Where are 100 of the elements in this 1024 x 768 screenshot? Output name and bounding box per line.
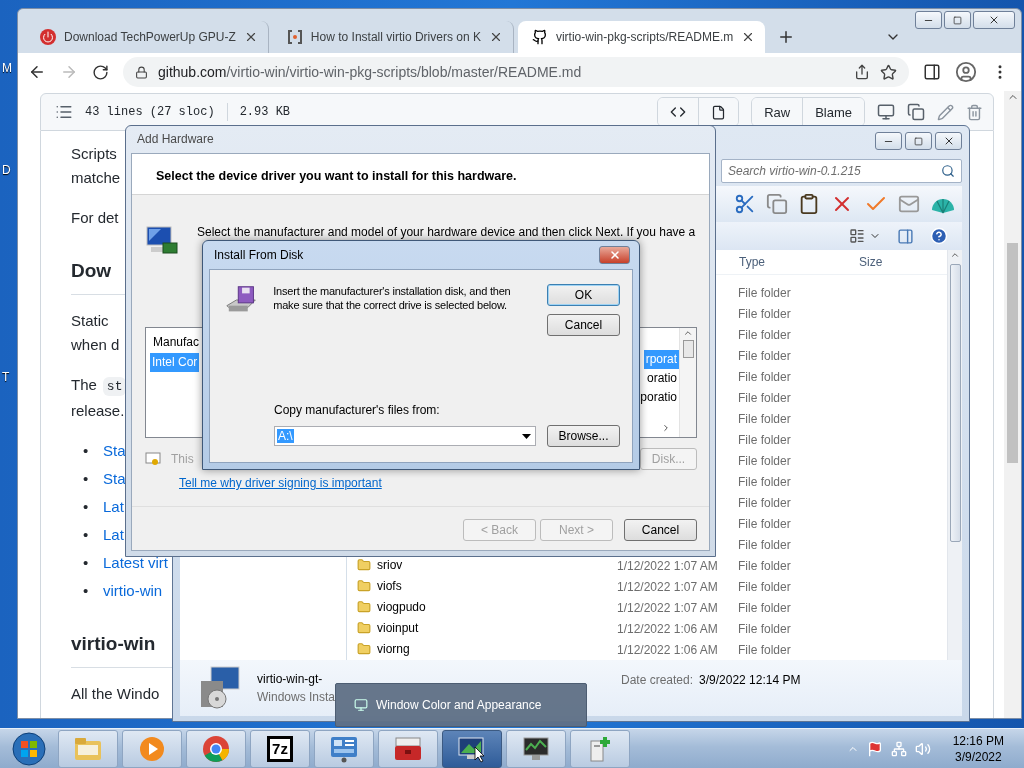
- minimize-button[interactable]: [915, 11, 942, 29]
- model-item[interactable]: poratio: [638, 388, 679, 407]
- model-item[interactable]: oratio: [644, 369, 679, 388]
- flag-icon[interactable]: [866, 740, 883, 757]
- bookmark-icon[interactable]: [880, 63, 897, 81]
- file-type: File folder: [738, 642, 791, 657]
- close-icon: [608, 249, 621, 261]
- column-header[interactable]: Size: [858, 255, 947, 269]
- close-button[interactable]: [935, 132, 962, 150]
- maximize-icon: [914, 136, 923, 146]
- file-name[interactable]: viogpudo: [377, 599, 426, 614]
- help-icon[interactable]: [930, 227, 948, 245]
- maximize-button[interactable]: [905, 132, 932, 150]
- copy-icon[interactable]: [766, 193, 788, 215]
- column-header[interactable]: Type: [738, 255, 858, 269]
- minimize-button[interactable]: [875, 132, 902, 150]
- back-icon[interactable]: [28, 63, 46, 81]
- desktop-icon-label[interactable]: D: [2, 163, 11, 177]
- download-link[interactable]: Lat: [103, 526, 124, 543]
- file-type: File folder: [738, 579, 791, 594]
- browser-tab[interactable]: virtio-win-pkg-scripts/README.m: [517, 21, 766, 53]
- view-icon[interactable]: [849, 228, 865, 244]
- scrollbar[interactable]: [947, 250, 962, 660]
- paragraph-text: For det: [71, 208, 119, 228]
- tab-title: Download TechPowerUp GPU-Z: [64, 30, 236, 44]
- file-type: File folder: [738, 390, 791, 405]
- maximize-button[interactable]: [944, 11, 971, 29]
- close-icon: [988, 14, 1000, 26]
- code-icon: [670, 104, 687, 120]
- certificate-icon: [145, 451, 161, 467]
- cancel-button[interactable]: Cancel: [547, 314, 620, 336]
- taskbar-button[interactable]: [378, 729, 438, 768]
- help-link[interactable]: Tell me why driver signing is important: [179, 476, 382, 490]
- bullet: •: [83, 553, 90, 573]
- url-text: github.com/virtio-win/virtio-win-pkg-scripts/blob/master/README.md: [158, 64, 582, 80]
- display-icon: [354, 698, 368, 712]
- download-link[interactable]: virtio-win: [103, 582, 163, 599]
- scrollbar[interactable]: [679, 328, 696, 437]
- archive-icon: 7z: [267, 735, 293, 762]
- file-type: File folder: [738, 537, 791, 552]
- taskbar-button[interactable]: 7z: [250, 729, 310, 768]
- address-bar[interactable]: github.com/virtio-win/virtio-win-pkg-scripts/blob/master/README.md: [123, 57, 909, 87]
- file-date: 1/12/2022 1:07 AM: [617, 579, 718, 594]
- file-size: 2.93 KB: [239, 105, 291, 119]
- download-link[interactable]: Lat: [103, 498, 124, 515]
- paragraph-text: when d: [71, 335, 120, 355]
- file-type: File folder: [738, 432, 791, 447]
- window-title: Add Hardware: [136, 131, 215, 148]
- share-icon[interactable]: [854, 64, 870, 80]
- ok-button[interactable]: OK: [547, 284, 620, 306]
- desktop-icon[interactable]: [877, 103, 895, 121]
- scrollbar[interactable]: [1004, 91, 1021, 718]
- desktop-icon-label[interactable]: M: [2, 61, 12, 75]
- file-action-button[interactable]: Raw: [752, 98, 804, 126]
- folder-icon: [357, 578, 371, 593]
- file-type: File folder: [738, 558, 791, 573]
- tab-title: virtio-win-pkg-scripts/README.m: [555, 30, 734, 44]
- file-date: 1/12/2022 1:06 AM: [617, 642, 718, 657]
- side-panel-icon[interactable]: [923, 63, 941, 81]
- field-label: Copy manufacturer's files from:: [274, 403, 441, 417]
- clock[interactable]: 12:16 PM 3/9/2022: [952, 732, 1004, 765]
- bullet: •: [83, 441, 90, 461]
- taskbar-button[interactable]: [442, 729, 502, 768]
- file-type: File folder: [738, 453, 791, 468]
- file-name[interactable]: viofs: [377, 578, 402, 593]
- scroll-right-icon[interactable]: [661, 423, 671, 433]
- file-type: File folder: [738, 327, 791, 342]
- profile-icon[interactable]: [955, 61, 977, 83]
- scroll-up-icon: [950, 250, 960, 260]
- file-icon: [711, 104, 727, 120]
- line-count: 43 lines (27 sloc): [85, 105, 215, 119]
- detail-value: 3/9/2022 12:14 PM: [699, 673, 801, 687]
- scroll-thumb[interactable]: [1007, 243, 1018, 463]
- display-icon: [457, 734, 487, 763]
- download-link[interactable]: Latest virt: [103, 554, 169, 571]
- copy-icon[interactable]: [907, 103, 925, 121]
- paragraph-text: matche: [71, 168, 121, 188]
- search-field[interactable]: Search virtio-win-0.1.215: [721, 159, 962, 183]
- envelope-icon[interactable]: [898, 193, 920, 215]
- code-view-button[interactable]: [658, 98, 700, 126]
- folder-icon: [357, 620, 371, 635]
- dialog-button[interactable]: Cancel: [624, 519, 697, 541]
- file-name[interactable]: viorng: [377, 641, 410, 656]
- download-link[interactable]: Sta: [103, 470, 126, 487]
- download-link[interactable]: Sta: [103, 442, 126, 459]
- scroll-up-icon: [683, 328, 693, 338]
- file-name[interactable]: sriov: [377, 557, 403, 572]
- preview-pane-icon[interactable]: [897, 227, 914, 245]
- taskbar-button[interactable]: [506, 729, 566, 768]
- list-icon[interactable]: [55, 103, 73, 121]
- scroll-thumb[interactable]: [682, 340, 694, 358]
- reload-icon[interactable]: [92, 63, 109, 81]
- desktop-icon-label[interactable]: T: [2, 370, 10, 384]
- delete-icon[interactable]: [966, 103, 983, 121]
- edit-icon[interactable]: [937, 103, 954, 121]
- cut-icon[interactable]: [734, 193, 756, 215]
- paste-icon[interactable]: [798, 193, 820, 215]
- scroll-thumb[interactable]: [949, 264, 961, 542]
- browse-button[interactable]: Browse...: [547, 425, 620, 447]
- file-type: File folder: [738, 369, 791, 384]
